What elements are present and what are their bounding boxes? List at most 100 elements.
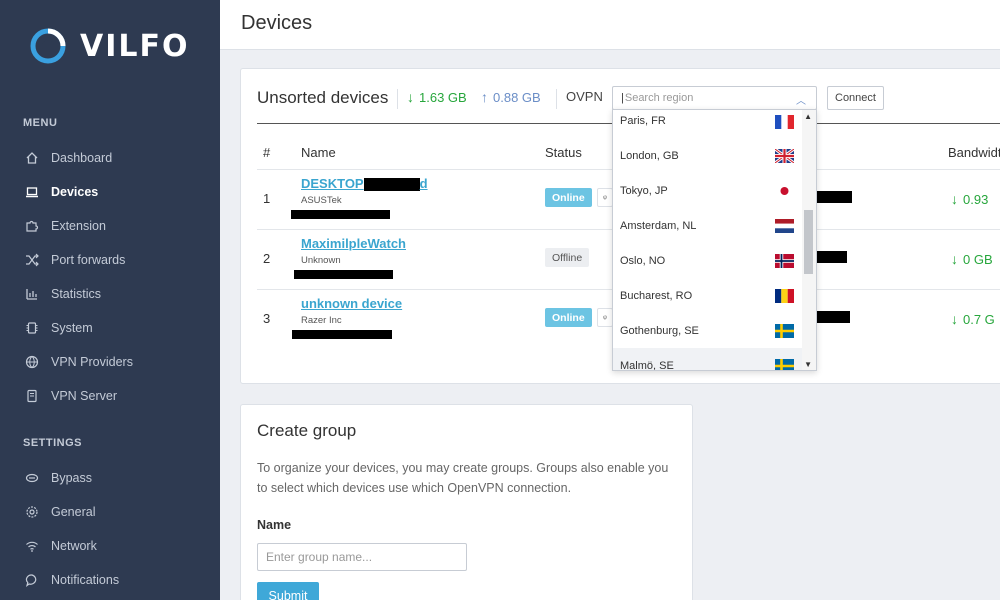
- region-option[interactable]: Gothenburg, SE: [613, 313, 803, 348]
- settings-section-label: SETTINGS: [23, 437, 83, 449]
- status-badge: Online: [545, 308, 592, 327]
- region-option[interactable]: Bucharest, RO: [613, 278, 803, 313]
- sidebar-item-label: Devices: [51, 185, 99, 199]
- scrollbar-thumb[interactable]: [804, 210, 813, 274]
- sidebar-item-label: Dashboard: [51, 151, 113, 165]
- japan-flag-icon: [775, 184, 794, 198]
- sidebar-item-vpn-providers[interactable]: VPN Providers: [23, 352, 133, 372]
- column-header-bandwidth: Bandwidt: [948, 145, 1000, 160]
- sidebar-item-label: Statistics: [51, 287, 102, 301]
- sidebar-item-label: VPN Providers: [51, 355, 133, 369]
- vilfo-logo-icon: [28, 26, 68, 66]
- sidebar-item-system[interactable]: System: [23, 318, 93, 338]
- sidebar-item-network[interactable]: Network: [23, 536, 97, 556]
- redacted-info: [817, 311, 850, 323]
- sidebar-item-label: Network: [51, 539, 97, 553]
- sidebar-item-notifications[interactable]: Notifications: [23, 570, 119, 590]
- netherlands-flag-icon: [775, 219, 794, 233]
- redacted-info: [291, 210, 390, 219]
- redacted-info: [294, 270, 393, 279]
- sweden-flag-icon: [775, 359, 794, 370]
- sidebar-item-statistics[interactable]: Statistics: [23, 284, 101, 304]
- arrow-down-icon: ↓: [951, 251, 958, 267]
- region-option[interactable]: London, GB: [613, 138, 803, 173]
- bar-chart-icon: [23, 285, 41, 303]
- device-vendor: Razer Inc: [301, 315, 342, 326]
- submit-button[interactable]: Submit: [257, 582, 319, 600]
- plug-icon[interactable]: ᵠ: [597, 188, 613, 207]
- romania-flag-icon: [775, 289, 794, 303]
- sweden-flag-icon: [775, 324, 794, 338]
- sidebar-item-bypass[interactable]: Bypass: [23, 468, 92, 488]
- total-download: ↓ 1.63 GB: [407, 89, 467, 105]
- group-name-label: Name: [257, 518, 292, 532]
- redacted-info: [817, 191, 852, 203]
- menu-section-label: MENU: [23, 117, 58, 129]
- uk-flag-icon: [775, 149, 794, 163]
- sidebar-item-port-forwards[interactable]: Port forwards: [23, 250, 125, 270]
- device-name-link[interactable]: DESKTOP d: [301, 176, 428, 192]
- region-dropdown[interactable]: Paris, FR London, GB Tokyo, JP Amsterdam…: [612, 109, 817, 371]
- divider: [397, 89, 398, 109]
- region-option[interactable]: Malmö, SE: [613, 348, 803, 370]
- row-number: 1: [263, 191, 271, 206]
- row-number: 2: [263, 251, 271, 266]
- chip-icon: [23, 319, 41, 337]
- scroll-up-arrow-icon[interactable]: ▲: [804, 112, 812, 121]
- plug-icon[interactable]: ᵠ: [597, 308, 613, 327]
- arrow-up-icon: ↑: [481, 89, 488, 105]
- device-name-link[interactable]: MaximilpleWatch: [301, 236, 406, 251]
- column-header-status: Status: [545, 145, 582, 160]
- sidebar-item-general[interactable]: General: [23, 502, 95, 522]
- connect-button[interactable]: Connect: [827, 86, 884, 110]
- group-name-input[interactable]: Enter group name...: [257, 543, 467, 571]
- status-badge: Offline: [545, 248, 590, 267]
- sidebar-item-label: Port forwards: [51, 253, 126, 267]
- region-option[interactable]: Tokyo, JP: [613, 173, 803, 208]
- sidebar-item-label: VPN Server: [51, 389, 117, 403]
- server-icon: [23, 387, 41, 405]
- logo-text: VILFO: [80, 28, 190, 64]
- device-bandwidth: ↓ 0.7 G: [951, 311, 995, 327]
- region-search-input[interactable]: | Search region ︿: [612, 86, 817, 110]
- column-header-name: Name: [301, 145, 336, 160]
- logo[interactable]: VILFO: [28, 26, 190, 66]
- bypass-icon: [23, 469, 41, 487]
- upload-value: 0.88 GB: [493, 89, 541, 105]
- create-group-title: Create group: [257, 421, 357, 440]
- sidebar-item-label: Notifications: [51, 573, 120, 587]
- dropdown-scrollbar[interactable]: ▲ ▼: [802, 110, 816, 370]
- chevron-up-icon[interactable]: ︿: [796, 92, 806, 107]
- norway-flag-icon: [775, 254, 794, 268]
- scroll-down-arrow-icon[interactable]: ▼: [804, 360, 812, 369]
- sidebar-item-dashboard[interactable]: Dashboard: [23, 148, 112, 168]
- laptop-icon: [23, 183, 41, 201]
- status-badge: Online: [545, 188, 592, 207]
- redacted-info: [817, 251, 847, 263]
- sidebar-item-devices[interactable]: Devices: [23, 182, 98, 202]
- sidebar: VILFO MENU Dashboard Devices Extension P…: [0, 0, 220, 600]
- top-bar: Devices: [220, 0, 1000, 50]
- arrow-down-icon: ↓: [951, 191, 958, 207]
- region-option[interactable]: Paris, FR: [613, 110, 803, 138]
- home-icon: [23, 149, 41, 167]
- region-search-placeholder: Search region: [624, 92, 694, 104]
- arrow-down-icon: ↓: [951, 311, 958, 327]
- device-name-link[interactable]: unknown device: [301, 296, 402, 311]
- sidebar-item-label: Bypass: [51, 471, 92, 485]
- chat-icon: [23, 571, 41, 589]
- text-cursor: |: [621, 92, 624, 104]
- globe-icon: [23, 353, 41, 371]
- sidebar-item-extension[interactable]: Extension: [23, 216, 106, 236]
- download-value: 1.63 GB: [419, 89, 467, 105]
- gear-icon: [23, 503, 41, 521]
- device-bandwidth: ↓ 0.93: [951, 191, 989, 207]
- region-option[interactable]: Amsterdam, NL: [613, 208, 803, 243]
- sidebar-item-label: General: [51, 505, 96, 519]
- region-option[interactable]: Oslo, NO: [613, 243, 803, 278]
- column-header-number: #: [263, 145, 271, 160]
- sidebar-item-vpn-server[interactable]: VPN Server: [23, 386, 117, 406]
- create-group-card: Create group To organize your devices, y…: [240, 404, 693, 600]
- protocol-label: OVPN: [566, 89, 603, 104]
- france-flag-icon: [775, 115, 794, 129]
